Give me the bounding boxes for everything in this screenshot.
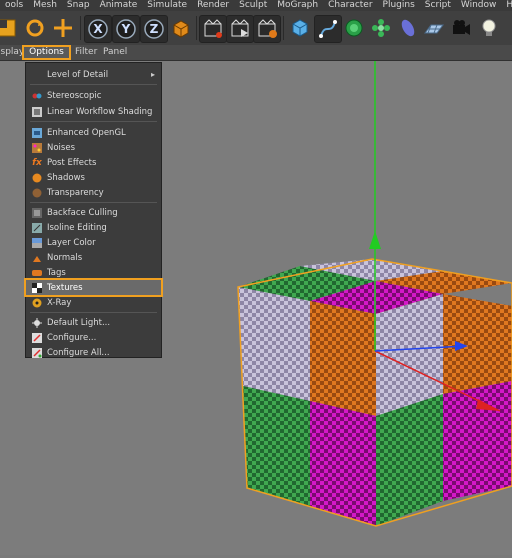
mograph-cloner-icon[interactable] <box>368 15 394 41</box>
cube-left-face <box>238 287 376 526</box>
menu-sculpt[interactable]: Sculpt <box>234 0 272 11</box>
svg-text:Z: Z <box>150 22 159 36</box>
generator-icon[interactable] <box>341 15 367 41</box>
menu-item-backface-culling[interactable]: Backface Culling <box>26 205 161 220</box>
menu-item-stereoscopic[interactable]: Stereoscopic <box>26 88 161 103</box>
tags-icon <box>32 268 42 278</box>
backface-icon <box>32 207 42 218</box>
menu-simulate[interactable]: Simulate <box>142 0 192 11</box>
cube-primitive-icon[interactable] <box>287 15 313 41</box>
menu-item-level-of-detail[interactable]: Level of Detail ▸ <box>26 67 161 82</box>
menu-item-enhanced-opengl[interactable]: Enhanced OpenGL <box>26 125 161 140</box>
camera-icon[interactable] <box>448 15 474 41</box>
viewport-menubar: isplay Options Filter Panel <box>0 45 512 61</box>
menu-item-tags[interactable]: Tags <box>26 265 161 280</box>
render-settings-icon[interactable] <box>253 15 281 43</box>
isoline-icon <box>32 222 42 233</box>
x-axis-lock-icon[interactable]: X <box>84 15 112 43</box>
menu-item-isoline-editing[interactable]: Isoline Editing <box>26 220 161 235</box>
svg-text:Y: Y <box>121 22 131 36</box>
deformer-icon[interactable] <box>395 15 421 41</box>
light-bulb-icon[interactable] <box>476 15 502 41</box>
menu-display[interactable]: isplay <box>0 45 24 60</box>
menu-plugins[interactable]: Plugins <box>378 0 420 11</box>
menu-item-linear-workflow-shading[interactable]: Linear Workflow Shading <box>26 104 161 119</box>
menu-item-noises[interactable]: Noises <box>26 140 161 155</box>
menu-window[interactable]: Window <box>456 0 502 11</box>
light-icon <box>32 317 42 328</box>
menu-item-configure[interactable]: Configure... <box>26 330 161 345</box>
menu-script[interactable]: Script <box>420 0 456 11</box>
noise-icon <box>32 142 42 153</box>
level-of-detail-icon <box>32 70 42 80</box>
options-menu-button[interactable]: Options <box>22 45 71 60</box>
menu-render[interactable]: Render <box>192 0 234 11</box>
menu-item-default-light[interactable]: Default Light... <box>26 315 161 330</box>
menu-item-x-ray[interactable]: X-Ray <box>26 295 161 310</box>
menu-item-configure-all[interactable]: Configure All... <box>26 345 161 360</box>
menu-item-normals[interactable]: Normals <box>26 250 161 265</box>
menu-help[interactable]: Help <box>501 0 512 11</box>
menu-item-transparency[interactable]: Transparency <box>26 185 161 200</box>
normals-icon <box>32 253 42 263</box>
menu-tools[interactable]: ools <box>0 0 28 11</box>
svg-text:X: X <box>93 22 103 36</box>
render-view-icon[interactable] <box>199 15 227 43</box>
menu-filter[interactable]: Filter <box>75 45 97 60</box>
opengl-icon <box>32 127 42 138</box>
y-axis-handle-icon <box>369 231 381 249</box>
main-toolbar: X Y Z <box>0 11 512 46</box>
linear-workflow-icon <box>32 106 42 117</box>
xray-icon <box>32 298 42 308</box>
textures-icon <box>32 282 42 293</box>
move-tool-icon[interactable] <box>50 15 76 41</box>
menu-mesh[interactable]: Mesh <box>28 0 62 11</box>
menu-mograph[interactable]: MoGraph <box>272 0 323 11</box>
configure-all-icon <box>32 347 42 358</box>
menu-item-layer-color[interactable]: Layer Color <box>26 235 161 250</box>
menu-animate[interactable]: Animate <box>95 0 143 11</box>
shadow-icon <box>32 173 42 183</box>
layer-color-icon <box>32 237 42 248</box>
menu-character[interactable]: Character <box>323 0 377 11</box>
options-dropdown-menu: Level of Detail ▸ Stereoscopic Linear Wo… <box>24 62 163 360</box>
fx-icon: fx <box>32 157 42 168</box>
menu-item-shadows[interactable]: Shadows <box>26 170 161 185</box>
floor-environment-icon[interactable] <box>421 15 447 41</box>
menu-snap[interactable]: Snap <box>62 0 95 11</box>
scale-tool-icon[interactable] <box>0 15 20 41</box>
main-menubar: ools Mesh Snap Animate Simulate Render S… <box>0 0 512 11</box>
stereo-icon <box>32 91 42 101</box>
render-to-picture-viewer-icon[interactable] <box>226 15 254 43</box>
y-axis-lock-icon[interactable]: Y <box>112 15 140 43</box>
menu-item-post-effects[interactable]: fx Post Effects <box>26 155 161 170</box>
rotate-tool-icon[interactable] <box>22 15 48 41</box>
submenu-arrow-icon: ▸ <box>150 70 155 79</box>
spline-pen-icon[interactable] <box>314 15 342 43</box>
coordinate-system-icon[interactable] <box>168 15 194 41</box>
transparency-icon <box>32 188 42 198</box>
menu-panel[interactable]: Panel <box>103 45 127 60</box>
menu-item-textures[interactable]: Textures <box>24 278 163 297</box>
z-axis-lock-icon[interactable]: Z <box>140 15 168 43</box>
configure-icon <box>32 332 42 343</box>
